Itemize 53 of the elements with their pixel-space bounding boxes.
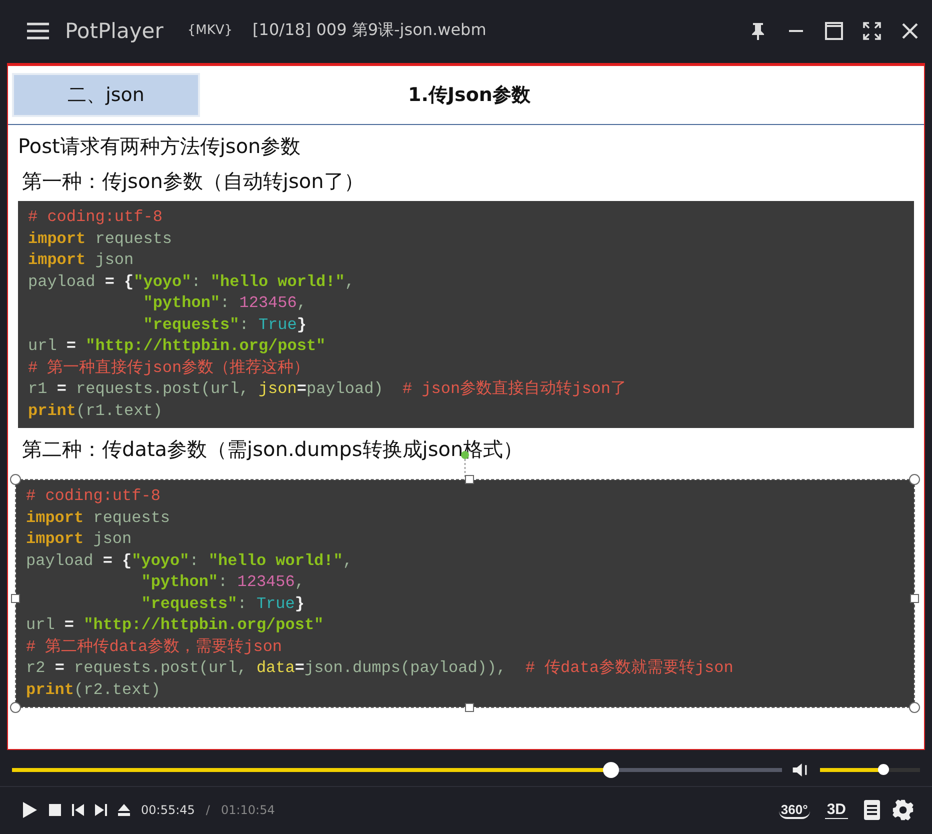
code-line: payload = {"yoyo": "hello world!", (28, 272, 356, 293)
menu-icon[interactable] (27, 22, 49, 40)
close-icon[interactable] (900, 20, 920, 41)
resize-handle[interactable] (11, 594, 20, 603)
resize-handle[interactable] (465, 475, 474, 484)
format-label: {MKV} (187, 23, 233, 38)
code-line: # 第一种直接传json参数（推荐这种） (28, 358, 311, 379)
code-line: import requests (28, 228, 174, 250)
vr-360-button[interactable]: 360° (778, 802, 810, 819)
3d-button[interactable]: 3D (824, 801, 848, 820)
code-line: import json (26, 529, 133, 550)
total-time: 01:10:54 (220, 803, 275, 818)
code-line: "requests": True} (140, 594, 306, 615)
code-line: # coding:utf-8 (26, 486, 162, 508)
eject-icon[interactable] (118, 804, 130, 816)
code-line: # coding:utf-8 (28, 207, 164, 228)
current-time: 00:55:45 (141, 803, 195, 818)
play-icon[interactable] (22, 801, 38, 820)
code-line: r1 = requests.post(url, json=payload) # json参数直接自动转json了 (28, 379, 628, 400)
volume-slider[interactable] (820, 764, 920, 776)
app-name: PotPlayer (65, 18, 164, 43)
resize-handle[interactable] (910, 594, 919, 603)
code-line: import json (28, 250, 135, 272)
code-line: url = "http://httpbin.org/post" (26, 615, 325, 636)
resize-handle[interactable] (909, 474, 920, 486)
code-line: # 第二种传data参数，需要转json (26, 636, 284, 658)
slide-heading: 1.传Json参数 (408, 83, 530, 108)
code-line: payload = {"yoyo": "hello world!", (26, 550, 354, 572)
code-line: url = "http://httpbin.org/post" (28, 336, 327, 358)
code-line: import requests (26, 508, 172, 529)
section-label: 二、json (12, 73, 200, 118)
code-line: print(r1.text) (28, 400, 164, 422)
window-title: [10/18] 009 第9课-json.webm (252, 20, 486, 42)
time-separator: / (206, 803, 210, 818)
resize-handle[interactable] (909, 702, 920, 714)
intro-text: Post请求有两种方法传json参数 (18, 133, 302, 160)
settings-icon[interactable] (892, 799, 914, 822)
playlist-icon[interactable] (863, 799, 881, 822)
code-line: r2 = requests.post(url, data=json.dumps(payload)), # 传data参数就需要转json (26, 658, 734, 680)
code-line: "python": 123456, (142, 293, 308, 314)
seek-bar[interactable] (12, 762, 782, 778)
resize-handle[interactable] (10, 702, 21, 714)
stop-icon[interactable] (49, 804, 61, 816)
code-line: "python": 123456, (140, 572, 306, 594)
code-line: print(r2.text) (26, 680, 162, 701)
resize-handle[interactable] (10, 474, 21, 486)
previous-icon[interactable] (72, 804, 84, 816)
code-line: "requests": True} (142, 314, 308, 336)
resize-handle[interactable] (465, 703, 474, 712)
maximize-icon[interactable] (824, 20, 844, 41)
next-icon[interactable] (95, 804, 107, 816)
method-label: 第一种：传json参数（自动转json了） (22, 168, 365, 196)
fullscreen-icon[interactable] (862, 20, 882, 41)
